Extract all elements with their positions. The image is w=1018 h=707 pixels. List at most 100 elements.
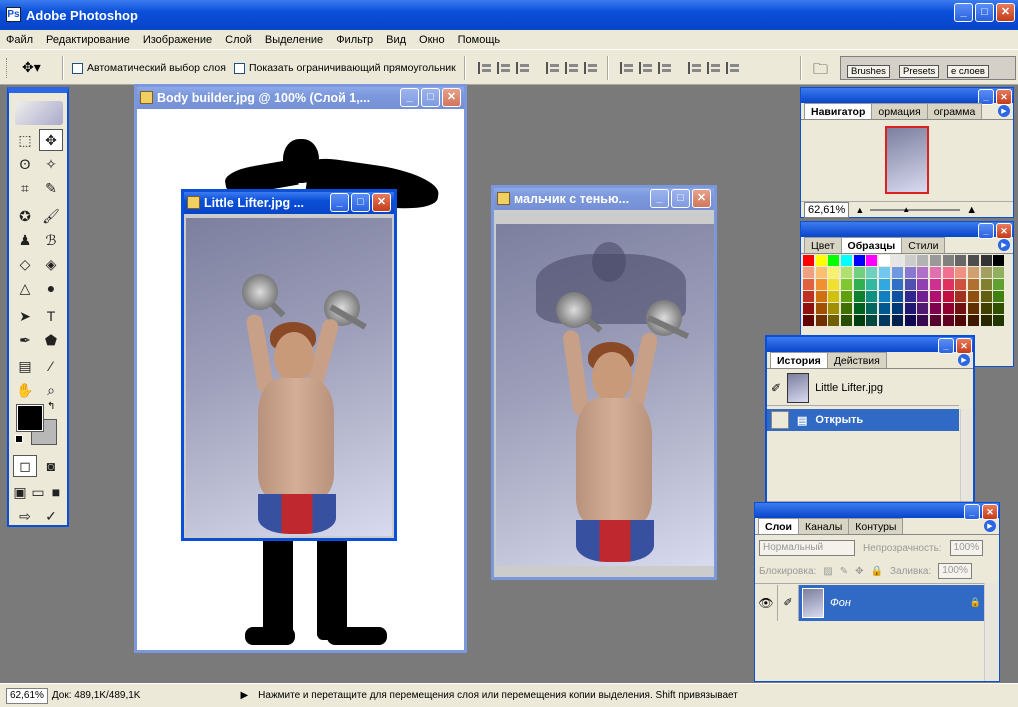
color-swatch[interactable] <box>803 291 814 302</box>
distribute-bottom-icon[interactable] <box>658 62 672 74</box>
menu-select[interactable]: Выделение <box>265 34 323 46</box>
menu-image[interactable]: Изображение <box>143 34 212 46</box>
palette-title-bar[interactable]: _ ✕ <box>767 337 973 354</box>
distribute-left-icon[interactable] <box>688 62 702 74</box>
close-icon[interactable]: ✕ <box>996 3 1015 22</box>
color-swatch[interactable] <box>980 279 992 290</box>
color-swatch[interactable] <box>866 279 878 290</box>
color-swatch[interactable] <box>917 279 929 290</box>
color-swatch[interactable] <box>993 255 1005 266</box>
status-arrow-icon[interactable]: ▶ <box>240 690 248 701</box>
color-swatch[interactable] <box>828 267 840 278</box>
eye-visibility-icon[interactable]: 👁 <box>755 596 777 610</box>
palette-menu-icon[interactable]: ▶ <box>958 354 970 366</box>
hand-tool-icon[interactable]: ✋ <box>13 379 37 401</box>
foreground-color-swatch[interactable] <box>16 404 44 432</box>
layers-scrollbar[interactable] <box>984 583 998 681</box>
dodge-tool-icon[interactable]: ● <box>39 277 63 299</box>
color-swatch[interactable] <box>853 315 865 326</box>
color-swatch[interactable] <box>815 255 827 266</box>
color-swatch[interactable] <box>879 267 891 278</box>
minimize-icon[interactable]: _ <box>650 189 669 208</box>
lock-transparency-icon[interactable]: ▨ <box>823 566 832 577</box>
close-icon[interactable]: ✕ <box>442 88 461 107</box>
screen-mode-full-menu-icon[interactable]: ▭ <box>29 481 47 503</box>
menu-help[interactable]: Помощь <box>458 34 501 46</box>
imageready-icon[interactable]: ✓ <box>39 505 63 527</box>
color-swatch[interactable] <box>967 315 979 326</box>
crop-tool-icon[interactable]: ⌗ <box>13 177 37 199</box>
color-swatch[interactable] <box>967 279 979 290</box>
color-swatch[interactable] <box>929 291 941 302</box>
palette-menu-icon[interactable]: ▶ <box>998 105 1010 117</box>
color-swatch[interactable] <box>828 315 840 326</box>
color-swatch[interactable] <box>967 291 979 302</box>
color-swatch[interactable] <box>942 315 954 326</box>
color-swatch[interactable] <box>841 315 853 326</box>
menu-window[interactable]: Окно <box>419 34 445 46</box>
color-swatch[interactable] <box>904 267 916 278</box>
color-swatch[interactable] <box>866 267 878 278</box>
move-tool-preset-icon[interactable]: ✥▾ <box>22 59 41 76</box>
history-source-box[interactable] <box>771 411 789 429</box>
align-top-icon[interactable] <box>478 62 492 74</box>
color-swatch[interactable] <box>967 303 979 314</box>
navigator-zoom-field[interactable]: 62,61% <box>804 202 850 218</box>
color-swatch[interactable] <box>993 279 1005 290</box>
document-window-boy-shadow[interactable]: мальчик с тенью... _ □ ✕ <box>491 185 717 580</box>
color-swatch[interactable] <box>853 291 865 302</box>
align-bottom-icon[interactable] <box>516 62 530 74</box>
color-swatch[interactable] <box>929 315 941 326</box>
document-title-bar[interactable]: мальчик с тенью... _ □ ✕ <box>494 188 714 210</box>
palette-menu-icon[interactable]: ▶ <box>984 520 996 532</box>
paint-bucket-icon[interactable]: ◈ <box>39 253 63 275</box>
distribute-hcenter-icon[interactable] <box>707 62 721 74</box>
options-grip[interactable] <box>6 58 9 78</box>
distribute-right-icon[interactable] <box>726 62 740 74</box>
color-swatch[interactable] <box>803 255 814 266</box>
color-swatch[interactable] <box>891 279 903 290</box>
color-swatch[interactable] <box>815 267 827 278</box>
checkbox-box[interactable] <box>72 62 83 74</box>
distribute-top-icon[interactable] <box>620 62 634 74</box>
screen-mode-standard-icon[interactable]: ▣ <box>11 481 29 503</box>
menu-filter[interactable]: Фильтр <box>336 34 373 46</box>
color-swatch[interactable] <box>993 315 1005 326</box>
color-swatch[interactable] <box>904 303 916 314</box>
maximize-icon[interactable]: □ <box>671 189 690 208</box>
minimize-icon[interactable]: _ <box>954 3 973 22</box>
move-tool-icon[interactable]: ✥ <box>39 129 63 151</box>
color-swatch[interactable] <box>917 315 929 326</box>
color-swatch[interactable] <box>879 279 891 290</box>
palette-title-bar[interactable]: _ ✕ <box>801 222 1013 239</box>
lasso-tool-icon[interactable]: ʘ <box>13 153 37 175</box>
eraser-tool-icon[interactable]: ◇ <box>13 253 37 275</box>
palette-title-bar[interactable]: _ ✕ <box>801 88 1013 105</box>
auto-select-layer-checkbox[interactable]: Автоматический выбор слоя <box>72 62 226 74</box>
color-swatch[interactable] <box>904 291 916 302</box>
color-swatch[interactable] <box>828 303 840 314</box>
color-swatch[interactable] <box>841 291 853 302</box>
color-swatch[interactable] <box>980 255 992 266</box>
history-scrollbar[interactable] <box>960 409 972 501</box>
color-swatch[interactable] <box>955 267 967 278</box>
quick-mask-icon[interactable]: ◙ <box>39 455 63 477</box>
color-swatch[interactable] <box>967 255 979 266</box>
color-swatch[interactable] <box>967 267 979 278</box>
palette-menu-icon[interactable]: ▶ <box>998 239 1010 251</box>
screen-mode-full-icon[interactable]: ■ <box>47 481 65 503</box>
checkbox-box[interactable] <box>234 62 245 74</box>
menu-file[interactable]: Файл <box>6 34 33 46</box>
color-swatch[interactable] <box>841 267 853 278</box>
color-swatch[interactable] <box>803 267 814 278</box>
align-hcenter-icon[interactable] <box>565 62 579 74</box>
type-tool-icon[interactable]: T <box>39 305 63 327</box>
color-swatch[interactable] <box>917 267 929 278</box>
color-swatch[interactable] <box>828 291 840 302</box>
color-swatch[interactable] <box>853 267 865 278</box>
color-swatch[interactable] <box>993 291 1005 302</box>
document-title-bar[interactable]: Body builder.jpg @ 100% (Слой 1,... _ □ … <box>137 87 464 109</box>
color-swatch[interactable] <box>942 291 954 302</box>
color-swatch[interactable] <box>866 303 878 314</box>
color-swatch[interactable] <box>853 279 865 290</box>
